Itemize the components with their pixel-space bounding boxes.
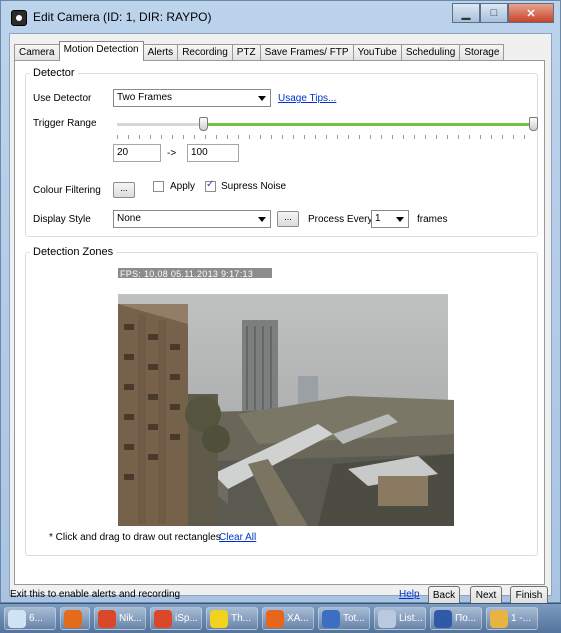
usage-tips-link[interactable]: Usage Tips... — [278, 93, 336, 104]
close-icon: ✕ — [526, 7, 536, 20]
chrome-icon — [98, 609, 116, 628]
use-detector-value: Two Frames — [117, 92, 173, 103]
title-bar[interactable]: Edit Camera (ID: 1, DIR: RAYPO) ▁ □ ✕ — [1, 1, 560, 33]
range-min-input[interactable]: 20 — [113, 144, 161, 162]
tab-strip: Camera Motion Detection Alerts Recording PTZ… — [14, 41, 505, 61]
taskbar-item-label: 1 -... — [511, 613, 532, 624]
dialog-client-area: Camera Motion Detection Alerts Recording PTZ… — [9, 33, 552, 606]
use-detector-select[interactable]: Two Frames — [113, 89, 271, 107]
colour-filtering-button[interactable]: ... — [113, 182, 135, 198]
taskbar-item[interactable]: По... — [430, 607, 482, 630]
tab-save-frames-ftp[interactable]: Save Frames/ FTP — [259, 44, 354, 61]
paint-icon — [490, 609, 508, 628]
taskbar-item-label: По... — [455, 613, 477, 624]
tab-storage[interactable]: Storage — [459, 44, 505, 61]
display-style-options-button[interactable]: ... — [277, 211, 299, 227]
taskbar-item-label: XA... — [287, 613, 309, 624]
close-button[interactable]: ✕ — [508, 3, 554, 23]
supress-noise-checkbox[interactable] — [205, 179, 216, 192]
taskbar-item[interactable]: iSp... — [150, 607, 202, 630]
apply-label: Apply — [170, 181, 196, 192]
camera-scene-image — [118, 264, 454, 526]
process-every-label: Process Every — [308, 214, 373, 225]
window-title: Edit Camera (ID: 1, DIR: RAYPO) — [33, 10, 212, 24]
draw-zones-hint: * Click and drag to draw out rectangles — [49, 532, 221, 543]
taskbar-item[interactable]: 1 -... — [486, 607, 538, 630]
process-every-value: 1 — [375, 213, 381, 224]
taskbar-item[interactable]: Nik... — [94, 607, 146, 630]
taskbar-item[interactable]: 6... — [4, 607, 56, 630]
media-player-icon — [64, 609, 82, 628]
taskbar: 6... Nik... iSp... Th... XA... Tot... List... П… — [0, 603, 561, 633]
motion-detection-panel: Detector Use Detector Two Frames Usage T… — [14, 60, 545, 585]
chevron-down-icon — [258, 217, 266, 222]
supress-noise-label: Supress Noise — [221, 181, 287, 192]
colour-filtering-label: Colour Filtering — [33, 185, 101, 196]
maximize-icon: □ — [490, 7, 498, 19]
chevron-down-icon — [258, 96, 266, 101]
display-style-label: Display Style — [33, 214, 91, 225]
floppy-icon — [322, 609, 340, 628]
process-every-select[interactable]: 1 — [371, 210, 409, 228]
taskbar-item-label: Tot... — [343, 613, 365, 624]
tab-scheduling[interactable]: Scheduling — [400, 44, 461, 61]
list-icon — [378, 609, 396, 628]
status-text: Exit this to enable alerts and recording — [10, 589, 181, 600]
fps-overlay: FPS: 10,08 05.11.2013 9:17:13 — [120, 269, 254, 279]
range-max-input[interactable]: 100 — [187, 144, 239, 162]
frames-label: frames — [417, 214, 448, 225]
camera-preview[interactable]: FPS: 10,08 05.11.2013 9:17:13 — [118, 264, 454, 526]
taskbar-item-label: List... — [399, 613, 423, 624]
trigger-range-label: Trigger Range — [33, 118, 97, 129]
help-link[interactable]: Help — [399, 589, 420, 600]
trigger-range-track[interactable] — [117, 123, 203, 126]
edit-camera-window: Edit Camera (ID: 1, DIR: RAYPO) ▁ □ ✕ Ca… — [0, 0, 561, 606]
tab-recording[interactable]: Recording — [177, 44, 233, 61]
minimize-icon: ▁ — [461, 7, 471, 20]
batman-icon — [210, 609, 228, 628]
detector-legend: Detector — [33, 67, 75, 79]
clear-all-link[interactable]: Clear All — [219, 532, 256, 543]
partial-icon — [8, 609, 26, 628]
taskbar-item[interactable]: XA... — [262, 607, 314, 630]
range-arrow: -> — [167, 148, 177, 159]
taskbar-item[interactable]: List... — [374, 607, 426, 630]
slider-ticks — [117, 135, 535, 139]
xampp-icon — [266, 609, 284, 628]
use-detector-label: Use Detector — [33, 93, 92, 104]
taskbar-item[interactable] — [60, 607, 90, 630]
trigger-range-selected[interactable] — [203, 123, 533, 126]
chevron-down-icon — [396, 217, 404, 222]
taskbar-item-label: Nik... — [119, 613, 142, 624]
range-min-thumb[interactable] — [199, 117, 208, 131]
taskbar-item-label: iSp... — [175, 613, 198, 624]
apply-checkbox[interactable] — [153, 181, 164, 192]
minimize-button[interactable]: ▁ — [452, 3, 480, 23]
word-icon — [434, 609, 452, 628]
taskbar-item[interactable]: Tot... — [318, 607, 370, 630]
taskbar-item-label: Th... — [231, 613, 252, 624]
tab-ptz[interactable]: PTZ — [231, 44, 261, 61]
tab-camera[interactable]: Camera — [14, 44, 60, 61]
taskbar-item-label: 6... — [29, 613, 43, 624]
display-style-select[interactable]: None — [113, 210, 271, 228]
detection-zones-legend: Detection Zones — [33, 246, 114, 258]
taskbar-item[interactable]: Th... — [206, 607, 258, 630]
tab-motion-detection[interactable]: Motion Detection — [58, 41, 144, 61]
maximize-button[interactable]: □ — [480, 3, 508, 23]
range-max-thumb[interactable] — [529, 117, 538, 131]
display-style-value: None — [117, 213, 141, 224]
camera-app-icon — [11, 10, 27, 26]
chrome-icon — [154, 609, 172, 628]
tab-alerts[interactable]: Alerts — [142, 44, 179, 61]
tab-youtube[interactable]: YouTube — [352, 44, 402, 61]
